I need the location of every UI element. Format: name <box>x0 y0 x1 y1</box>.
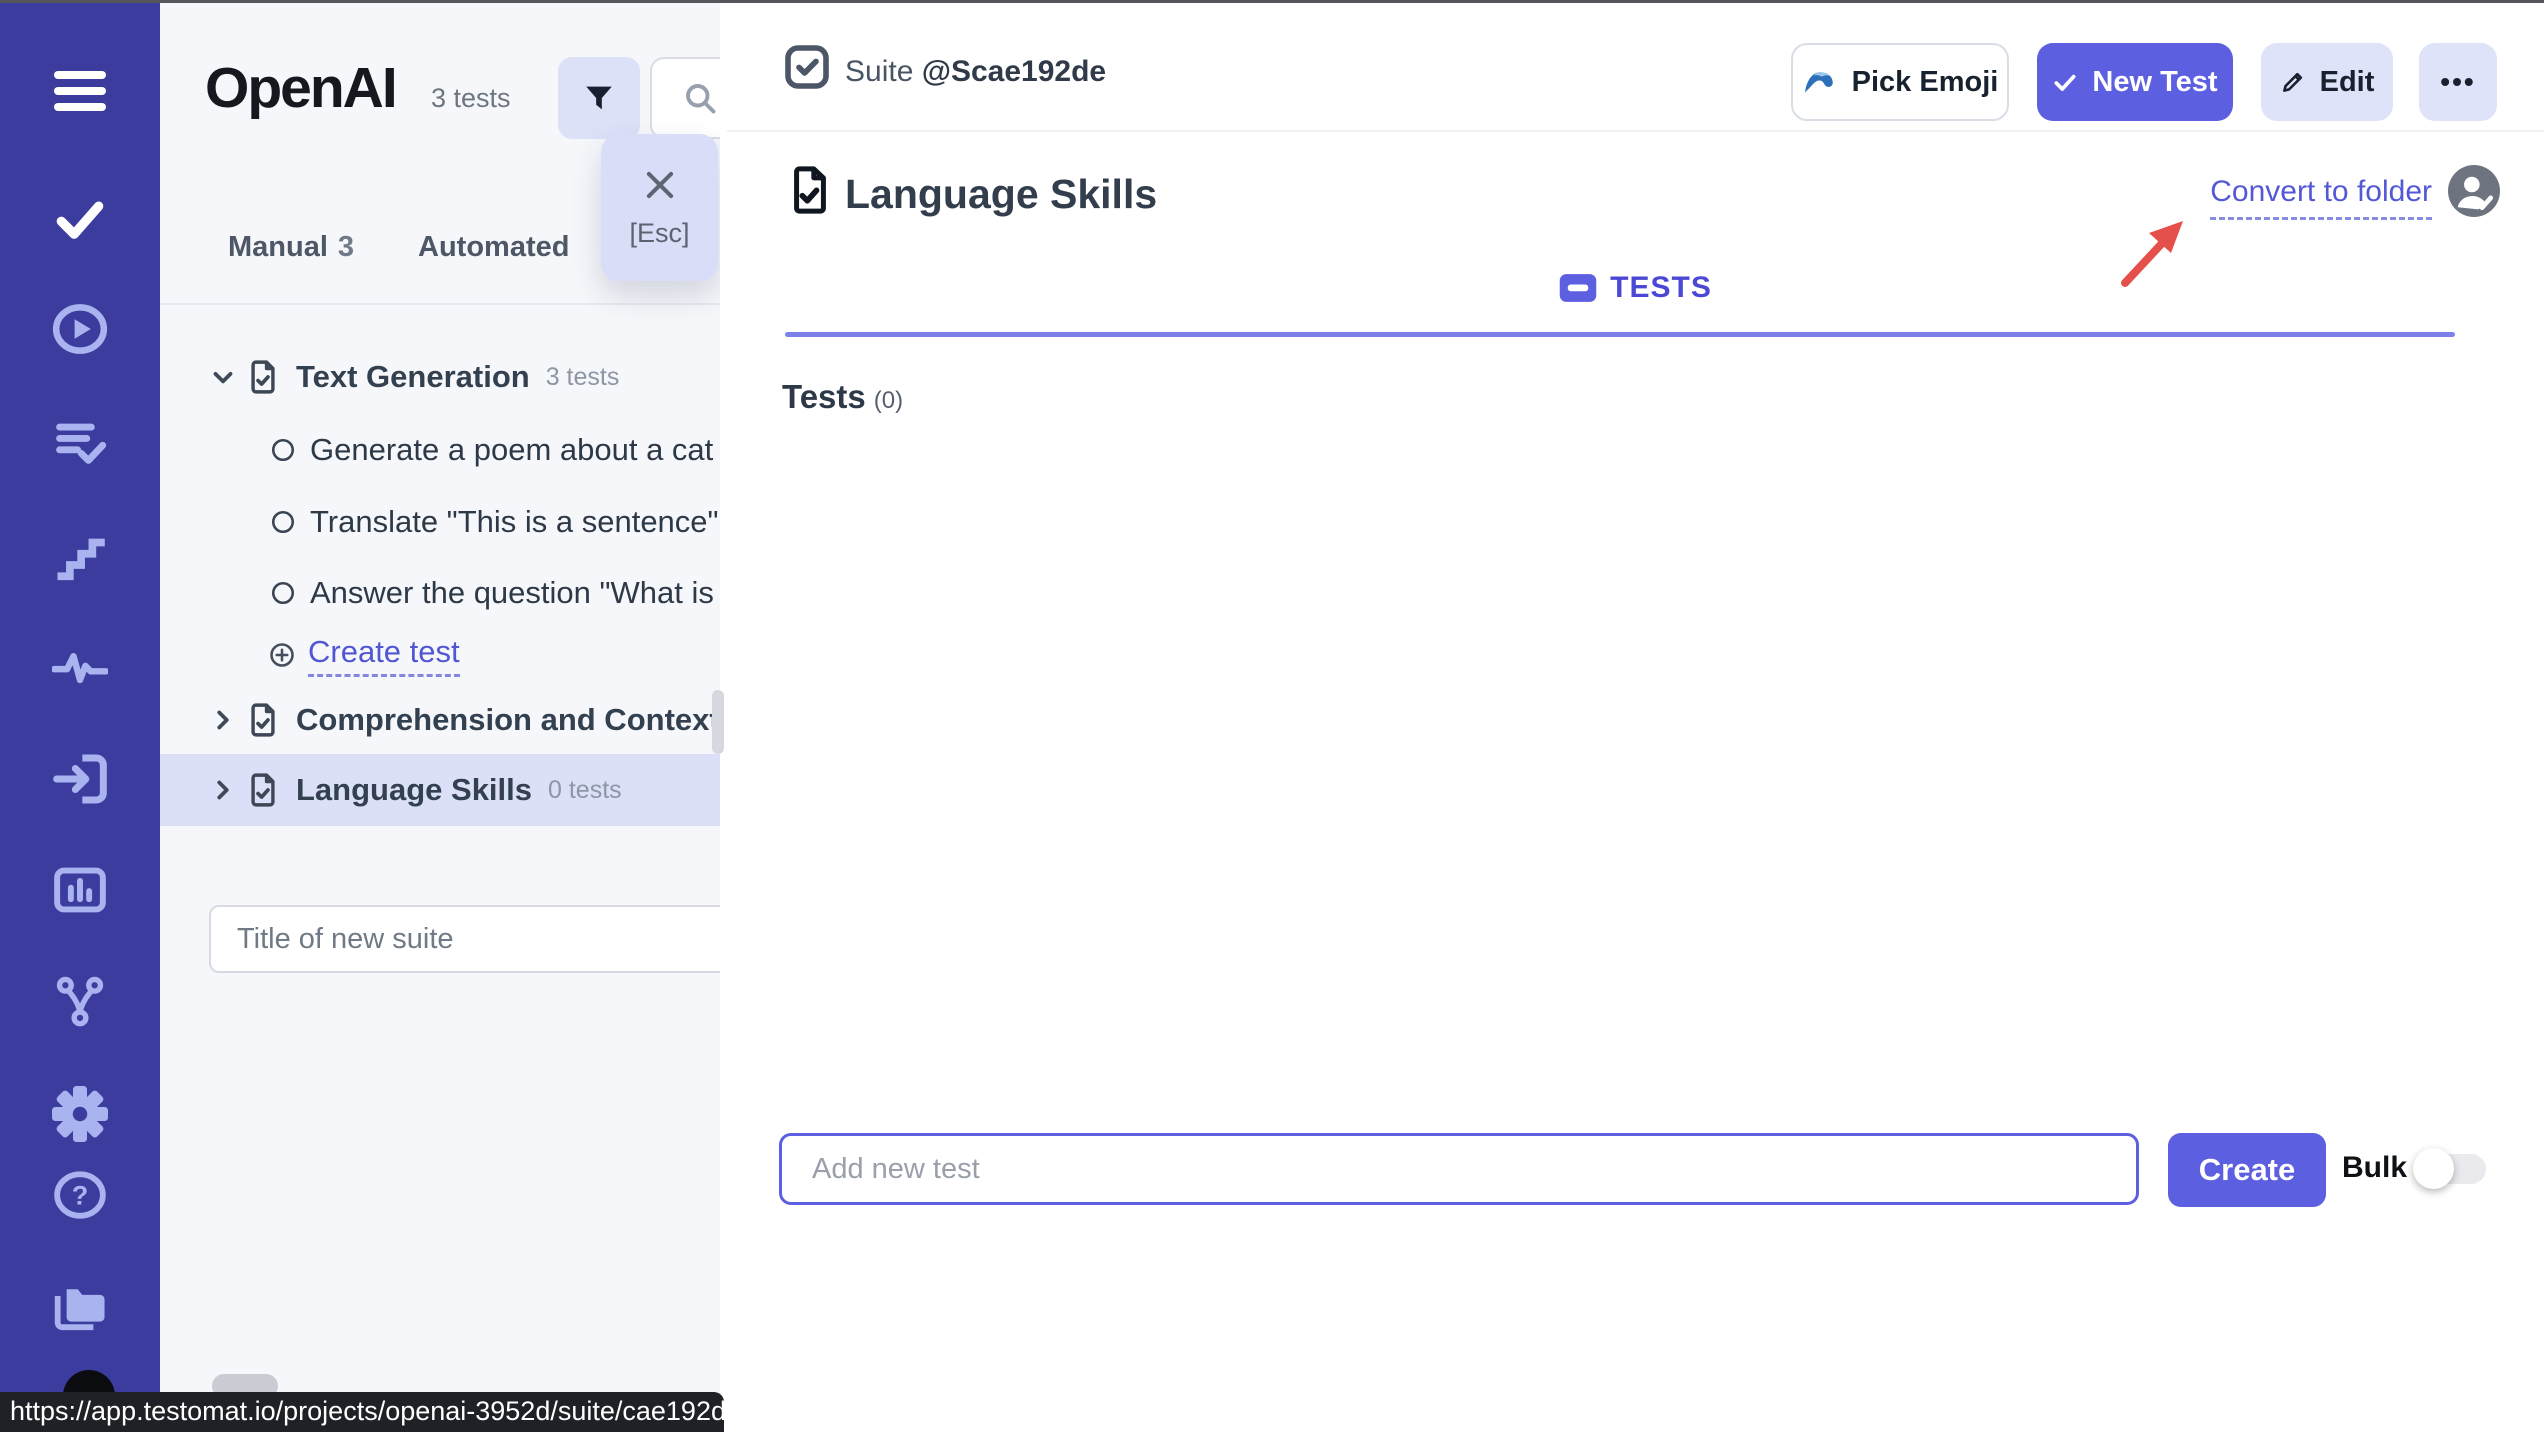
create-test-link[interactable]: Create test <box>308 634 460 677</box>
tab-tests[interactable]: TESTS <box>727 271 2544 305</box>
sidebar-scrollbar-thumb[interactable] <box>712 690 724 754</box>
filter-icon <box>582 81 616 115</box>
svg-text:?: ? <box>72 1180 89 1210</box>
convert-to-folder-link[interactable]: Convert to folder <box>2210 175 2432 220</box>
suite-doc-icon <box>246 701 280 739</box>
sidebar: OpenAI 3 tests Manual 3 Automated Text Ge… <box>160 3 720 1392</box>
suite-label: Comprehension and Context <box>296 702 720 738</box>
owner-avatar-icon[interactable] <box>2448 165 2500 217</box>
app-rail: ? <box>0 0 160 1432</box>
page-title: Language Skills <box>845 171 1157 218</box>
tree-suite-language-skills[interactable]: Language Skills 0 tests <box>160 754 720 826</box>
test-status-circle-icon <box>270 437 296 463</box>
chevron-right-icon[interactable] <box>208 775 238 805</box>
pick-emoji-button[interactable]: Pick Emoji <box>1791 43 2009 121</box>
suite-label-text: Suite <box>845 55 913 88</box>
test-title: Generate a poem about a cat <box>310 432 713 468</box>
tree-test-item[interactable]: Generate a poem about a cat <box>160 415 720 485</box>
wave-emoji-icon <box>1802 64 1838 100</box>
edit-button[interactable]: Edit <box>2261 43 2393 121</box>
browser-status-url: https://app.testomat.io/projects/openai-… <box>0 1392 724 1432</box>
tests-count-badge: (0) <box>874 387 903 414</box>
project-title[interactable]: OpenAI <box>205 55 396 121</box>
close-icon[interactable] <box>641 166 679 204</box>
header-divider <box>727 130 2544 132</box>
tabs-divider <box>160 303 720 305</box>
help-icon[interactable]: ? <box>53 1169 107 1221</box>
settings-gear-icon[interactable] <box>52 1086 108 1142</box>
suite-count: 3 tests <box>546 363 620 392</box>
card-icon <box>1559 273 1597 303</box>
more-actions-button[interactable]: ••• <box>2419 43 2497 121</box>
tab-manual[interactable]: Manual 3 <box>228 231 354 264</box>
plans-list-check-icon[interactable] <box>52 418 108 468</box>
test-title: Answer the question "What is <box>310 575 714 611</box>
projects-folders-icon[interactable] <box>51 1280 109 1332</box>
search-icon <box>682 80 718 116</box>
check-icon <box>2052 69 2078 95</box>
suite-doc-icon <box>246 358 280 396</box>
toggle-knob[interactable] <box>2413 1148 2454 1189</box>
import-sign-in-icon[interactable] <box>52 753 108 805</box>
suite-check-icon <box>783 43 831 91</box>
tree-test-item[interactable]: Answer the question "What is <box>160 558 720 628</box>
tests-check-icon[interactable] <box>52 191 108 247</box>
tab-automated-label: Automated <box>418 231 569 263</box>
analytics-chart-icon[interactable] <box>52 866 108 914</box>
test-status-circle-icon <box>270 580 296 606</box>
new-test-label: New Test <box>2092 66 2217 99</box>
create-button[interactable]: Create <box>2168 1133 2326 1207</box>
suite-breadcrumb: Suite @Scae192de <box>845 55 1106 89</box>
tab-underline <box>785 332 2455 337</box>
document-check-icon <box>787 163 833 217</box>
suite-id: @Scae192de <box>922 55 1106 88</box>
menu-icon[interactable] <box>54 71 106 111</box>
suite-label: Text Generation <box>296 359 530 395</box>
pencil-icon <box>2280 69 2306 95</box>
tab-manual-count: 3 <box>338 231 354 263</box>
steps-icon[interactable] <box>53 531 107 581</box>
tree-test-item[interactable]: Translate "This is a sentence" <box>160 487 720 557</box>
branches-icon[interactable] <box>53 974 107 1028</box>
plus-circle-icon <box>268 641 296 669</box>
bulk-label: Bulk <box>2342 1151 2407 1185</box>
tab-tests-label: TESTS <box>1610 271 1712 305</box>
chevron-right-icon[interactable] <box>208 705 238 735</box>
tab-manual-label: Manual <box>228 231 328 263</box>
filter-button[interactable] <box>558 57 640 139</box>
pick-emoji-label: Pick Emoji <box>1852 66 1999 99</box>
runs-play-icon[interactable] <box>51 303 109 355</box>
pulse-icon[interactable] <box>52 645 108 689</box>
filter-close-popup[interactable]: [Esc] <box>601 134 718 281</box>
suite-label: Language Skills <box>296 772 532 808</box>
chevron-down-icon[interactable] <box>208 362 238 392</box>
tab-automated[interactable]: Automated <box>418 231 569 264</box>
bulk-toggle[interactable] <box>2416 1154 2486 1184</box>
window-top-edge <box>0 0 2544 3</box>
edit-label: Edit <box>2320 66 2375 99</box>
test-title: Translate "This is a sentence" <box>310 504 719 540</box>
add-test-input[interactable] <box>779 1133 2139 1205</box>
suite-doc-icon <box>246 771 280 809</box>
new-suite-title-input[interactable] <box>209 905 720 973</box>
new-test-button[interactable]: New Test <box>2037 43 2233 121</box>
test-status-circle-icon <box>270 509 296 535</box>
tree-suite-comprehension[interactable]: Comprehension and Context <box>160 685 720 755</box>
tree-create-test[interactable]: Create test <box>160 624 720 686</box>
ellipsis-icon: ••• <box>2440 66 2475 98</box>
esc-key-hint: [Esc] <box>629 218 689 249</box>
main-panel: Suite @Scae192de Pick Emoji New Test Edi… <box>727 3 2544 1432</box>
tests-heading: Tests (0) <box>782 378 903 416</box>
suite-count: 0 tests <box>548 776 622 805</box>
search-input[interactable] <box>650 57 720 139</box>
project-tests-count: 3 tests <box>431 83 511 114</box>
tests-heading-label: Tests <box>782 378 866 415</box>
tree-suite-text-generation[interactable]: Text Generation 3 tests <box>160 342 720 412</box>
